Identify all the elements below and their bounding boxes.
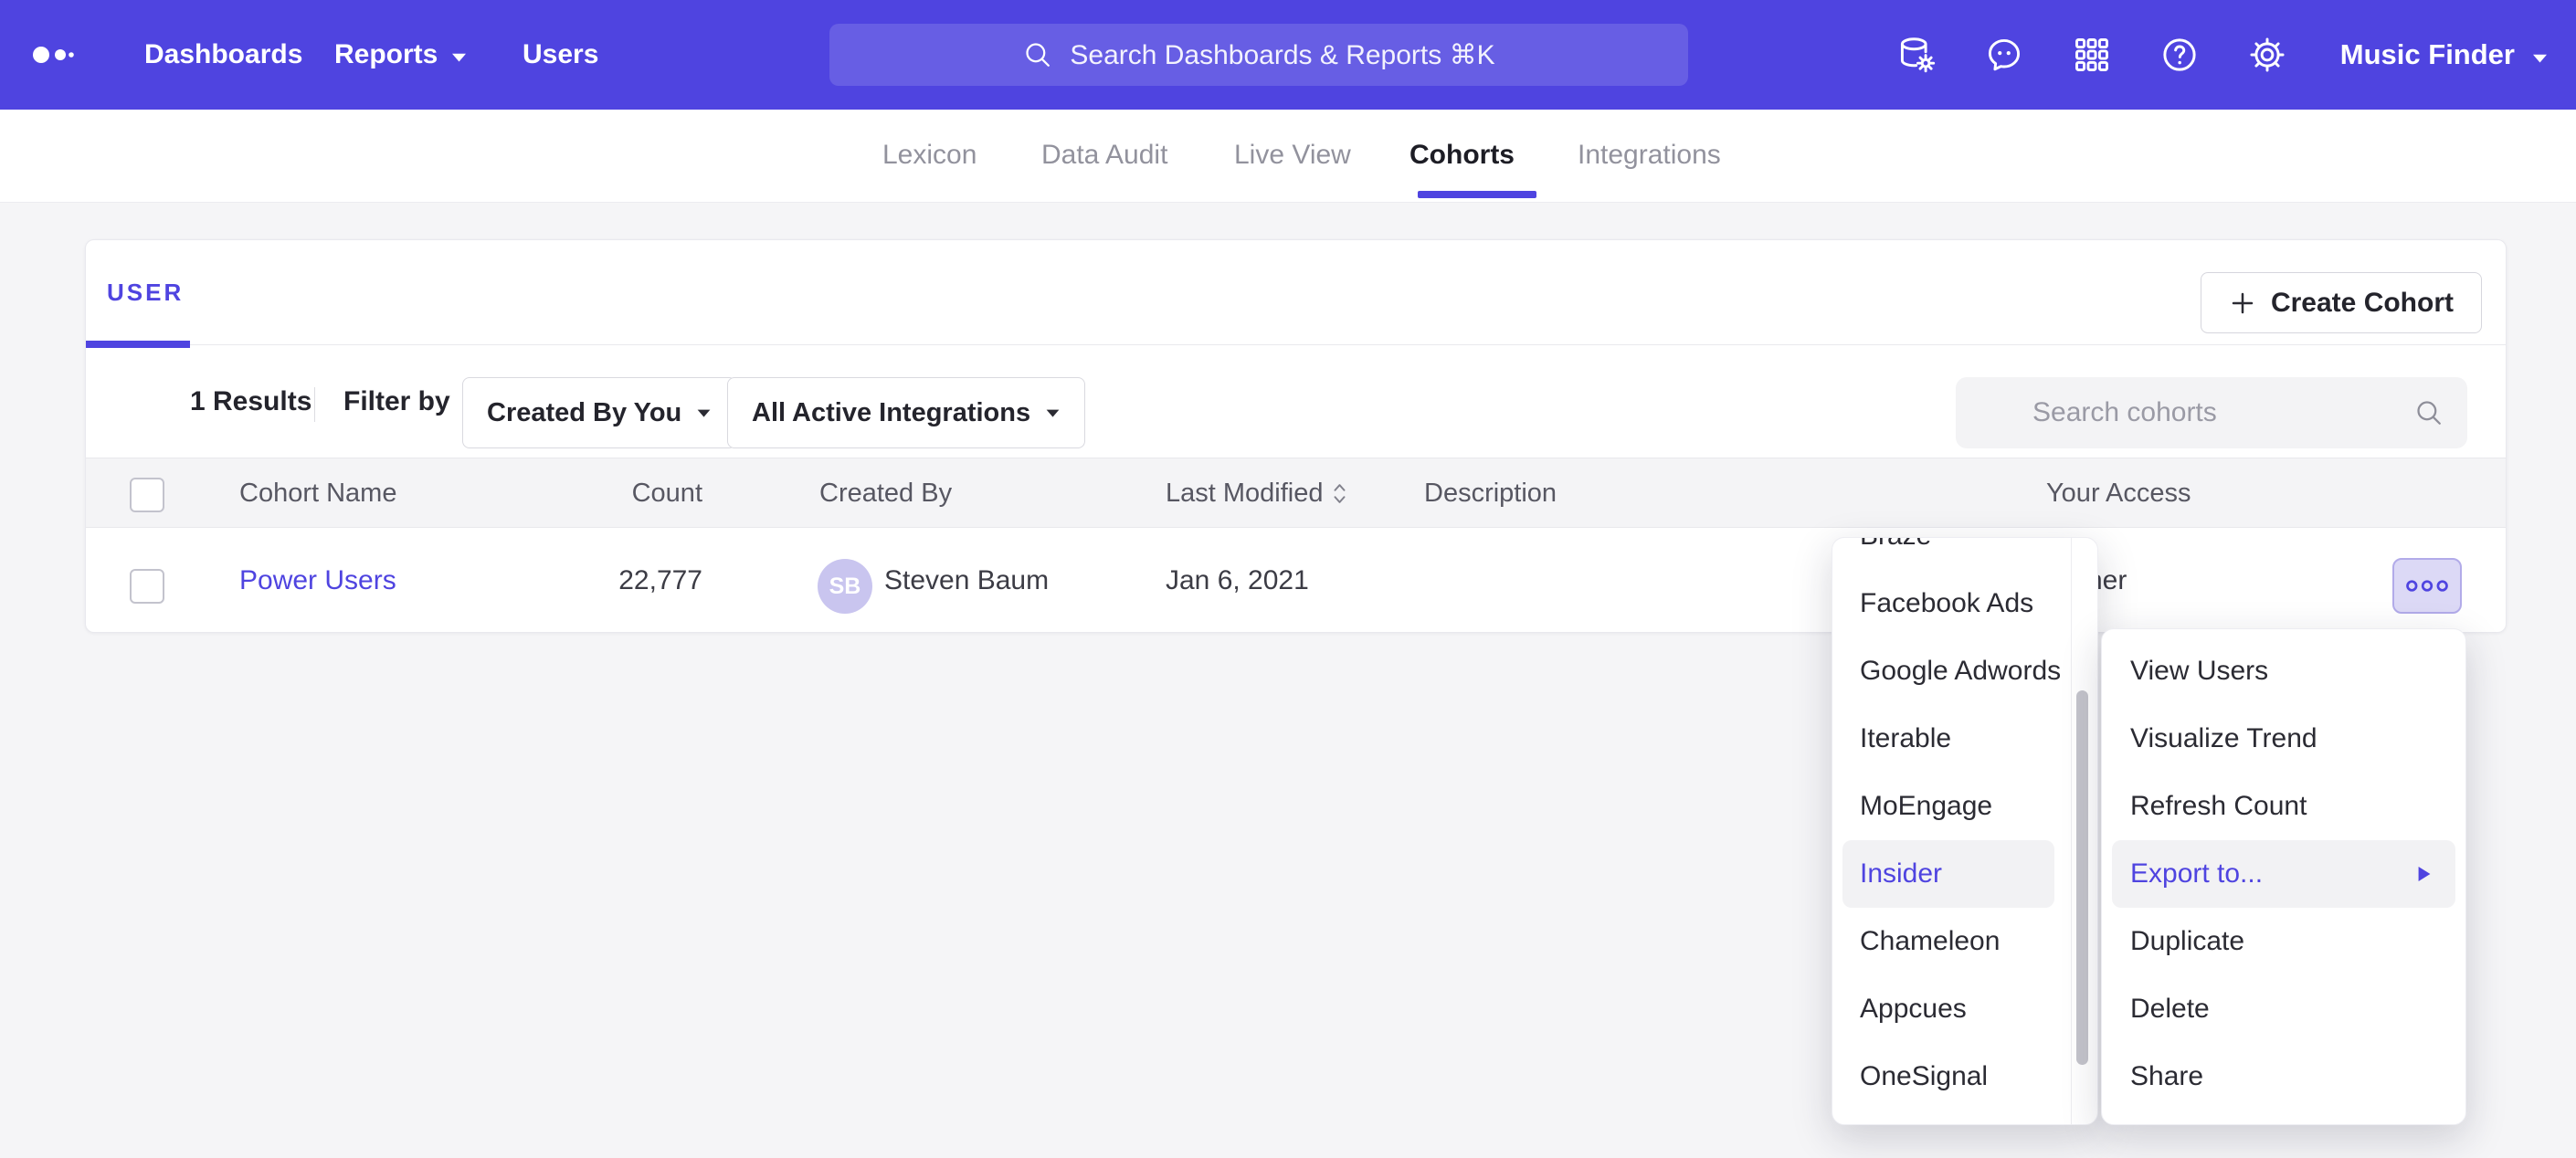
caret-down-icon	[450, 39, 468, 70]
filter-bar: 1 Results Filter by Created By You All A…	[86, 345, 2506, 458]
integrations-filter-dropdown[interactable]: All Active Integrations	[727, 377, 1085, 448]
menu-item-appcues[interactable]: Appcues	[1832, 975, 2071, 1043]
project-switcher[interactable]: Music Finder	[2340, 0, 2549, 110]
menu-item-delete[interactable]: Delete	[2102, 975, 2465, 1043]
created-by-name: Steven Baum	[884, 528, 1049, 634]
row-actions-button[interactable]	[2392, 558, 2462, 614]
top-nav: Dashboards Reports Users Search Dashboar…	[0, 0, 2576, 110]
settings-gear-icon[interactable]	[2247, 35, 2287, 75]
plus-icon	[2229, 290, 2256, 317]
feedback-bubble-icon[interactable]	[1984, 35, 2024, 75]
active-tab-underline	[1418, 191, 1536, 198]
tab-label: Data Audit	[1041, 140, 1167, 171]
help-circle-icon[interactable]	[2159, 35, 2200, 75]
three-dots-logo	[33, 46, 77, 64]
menu-item-google-adwords[interactable]: Google Adwords	[1832, 637, 2071, 705]
tab-cohorts[interactable]: Cohorts	[1409, 110, 1515, 201]
nav-item-label: Dashboards	[144, 39, 302, 70]
dropdown-value: Created By You	[487, 398, 681, 428]
tab-label: Cohorts	[1409, 140, 1515, 171]
row-checkbox[interactable]	[130, 569, 164, 604]
database-gear-icon[interactable]	[1896, 35, 1937, 75]
column-description: Description	[1424, 458, 1557, 529]
menu-item-chameleon[interactable]: Chameleon	[1832, 908, 2071, 975]
menu-item-braze[interactable]: Braze	[1832, 538, 2071, 570]
tab-integrations[interactable]: Integrations	[1578, 110, 1721, 201]
export-destinations-list: Braze Facebook Ads Google Adwords Iterab…	[1832, 538, 2072, 1124]
filter-by-label: Filter by	[343, 345, 450, 458]
scrollbar-thumb[interactable]	[2076, 690, 2088, 1065]
nav-item-dashboards[interactable]: Dashboards	[144, 0, 302, 110]
menu-item-duplicate[interactable]: Duplicate	[2102, 908, 2465, 975]
menu-item-visualize-trend[interactable]: Visualize Trend	[2102, 705, 2465, 773]
section-tabs: Lexicon Data Audit Live View Cohorts Int…	[0, 110, 2576, 203]
user-tab-label: USER	[107, 279, 184, 307]
search-cohorts-input[interactable]	[1956, 377, 2467, 448]
triangle-right-icon	[2417, 865, 2432, 883]
nav-icon-group	[1873, 0, 2311, 110]
apps-grid-icon[interactable]	[2072, 35, 2112, 75]
tab-data-audit[interactable]: Data Audit	[1041, 110, 1167, 201]
nav-item-label: Reports	[334, 39, 438, 70]
cohort-name-link[interactable]: Power Users	[239, 528, 396, 634]
global-search-button[interactable]: Search Dashboards & Reports ⌘K	[829, 24, 1688, 86]
select-all-checkbox[interactable]	[130, 478, 164, 512]
cohort-table-row: Power Users 22,777 SB Steven Baum Jan 6,…	[86, 528, 2506, 634]
menu-item-refresh-count[interactable]: Refresh Count	[2102, 773, 2465, 840]
cohorts-page: Dashboards Reports Users Search Dashboar…	[0, 0, 2576, 1158]
caret-down-icon	[696, 408, 712, 418]
sort-updown-icon[interactable]	[1333, 482, 1346, 505]
menu-item-iterable[interactable]: Iterable	[1832, 705, 2071, 773]
global-search-placeholder: Search Dashboards & Reports ⌘K	[1070, 39, 1494, 71]
caret-down-icon	[2531, 38, 2549, 71]
column-created-by: Created By	[819, 458, 952, 529]
menu-item-view-users[interactable]: View Users	[2102, 637, 2465, 705]
tab-label: Lexicon	[882, 140, 977, 171]
tab-user-cohorts[interactable]: USER	[107, 240, 184, 345]
created-by-filter-dropdown[interactable]: Created By You	[462, 377, 736, 448]
avatar: SB	[818, 559, 872, 614]
results-count: 1 Results	[190, 345, 311, 458]
search-icon	[1022, 39, 1053, 70]
column-last-modified[interactable]: Last Modified	[1166, 458, 1346, 529]
nav-item-reports[interactable]: Reports	[334, 0, 468, 110]
divider	[314, 387, 315, 422]
menu-item-facebook-ads[interactable]: Facebook Ads	[1832, 570, 2071, 637]
column-count: Count	[543, 458, 702, 529]
cohort-type-tabs: USER Create Cohort	[86, 240, 2506, 345]
last-modified-date: Jan 6, 2021	[1166, 528, 1309, 634]
tab-label: Live View	[1234, 140, 1351, 171]
column-cohort-name: Cohort Name	[239, 458, 396, 529]
user-tab-underline	[86, 341, 190, 348]
tab-label: Integrations	[1578, 140, 1721, 171]
cohorts-card: USER Create Cohort 1 Results Filter by C…	[85, 239, 2507, 633]
nav-item-label: Users	[523, 39, 598, 70]
three-circles-icon	[2405, 579, 2449, 593]
caret-down-icon	[1045, 408, 1061, 418]
row-actions-menu: View Users Visualize Trend Refresh Count…	[2101, 628, 2466, 1125]
dropdown-value: All Active Integrations	[752, 398, 1030, 428]
export-destinations-menu: Braze Facebook Ads Google Adwords Iterab…	[1832, 537, 2098, 1125]
menu-item-moengage[interactable]: MoEngage	[1832, 773, 2071, 840]
cohort-count: 22,777	[543, 528, 702, 634]
column-your-access: Your Access	[2046, 458, 2191, 529]
menu-item-insider[interactable]: Insider	[1842, 840, 2054, 908]
project-name: Music Finder	[2340, 38, 2515, 71]
menu-item-export-to[interactable]: Export to...	[2112, 840, 2455, 908]
nav-item-users[interactable]: Users	[523, 0, 598, 110]
table-header: Cohort Name Count Created By Last Modifi…	[86, 458, 2506, 528]
create-cohort-button[interactable]: Create Cohort	[2201, 272, 2482, 333]
create-cohort-label: Create Cohort	[2271, 288, 2454, 319]
mixpanel-logo-icon[interactable]	[33, 46, 77, 64]
menu-item-share[interactable]: Share	[2102, 1043, 2465, 1111]
menu-item-onesignal[interactable]: OneSignal	[1832, 1043, 2071, 1111]
tab-live-view[interactable]: Live View	[1234, 110, 1351, 201]
tab-lexicon[interactable]: Lexicon	[882, 110, 977, 201]
